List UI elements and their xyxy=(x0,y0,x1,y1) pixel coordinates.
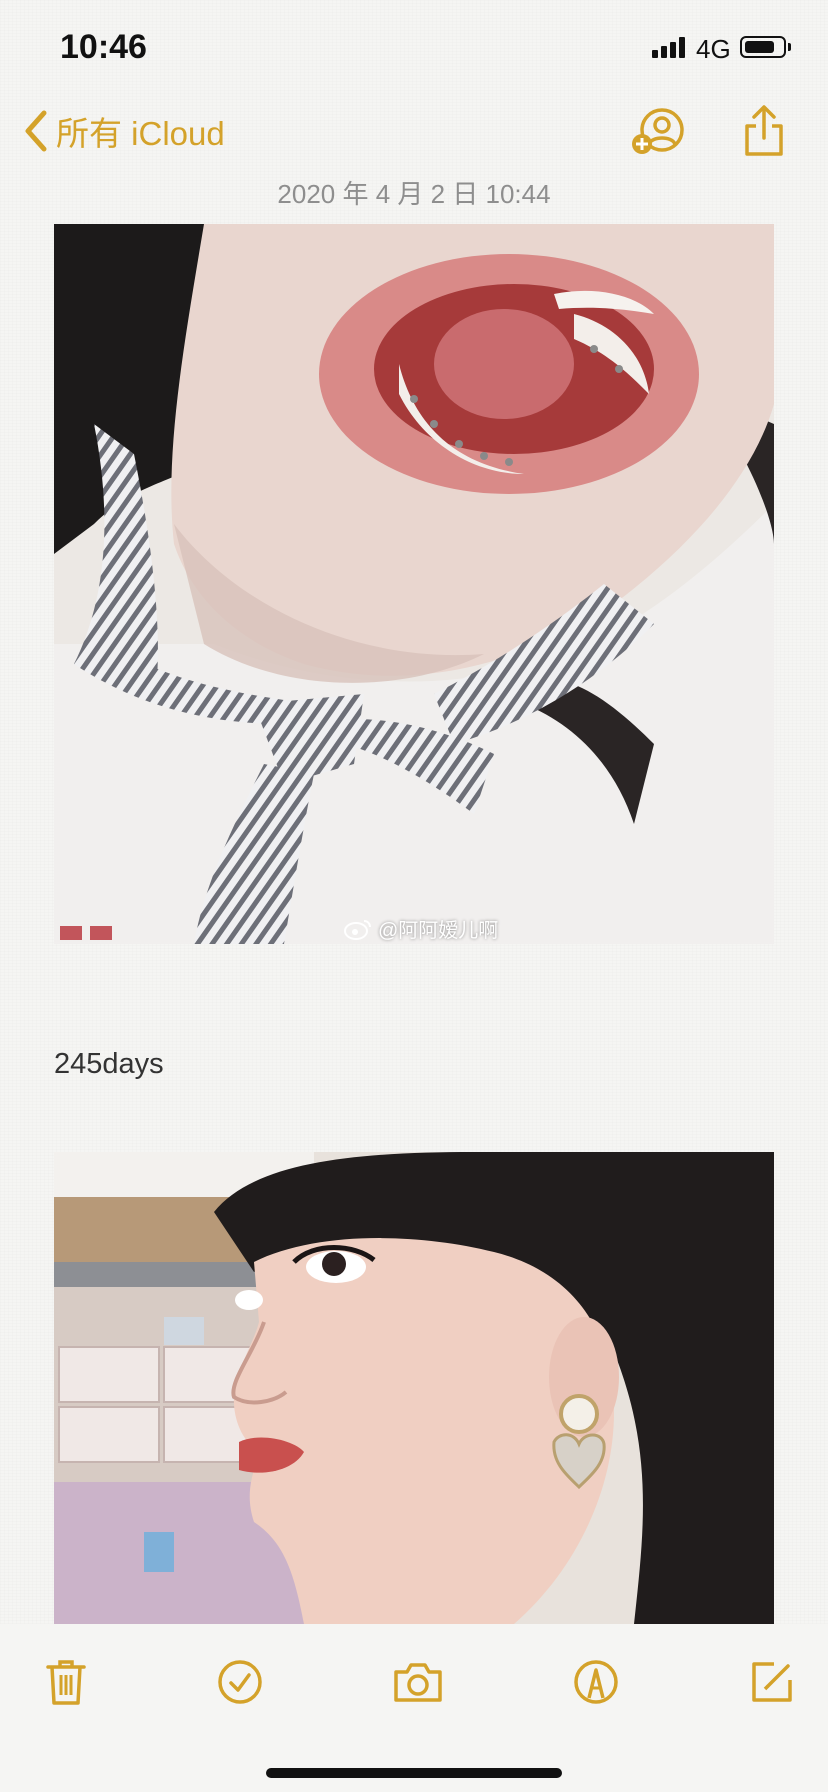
battery-icon xyxy=(740,36,786,58)
trash-icon xyxy=(46,1660,86,1705)
checklist-button[interactable] xyxy=(212,1654,268,1710)
status-time: 10:46 xyxy=(60,28,147,66)
compose-icon xyxy=(752,1662,792,1702)
photo-1-image xyxy=(54,224,774,944)
delete-button[interactable] xyxy=(38,1654,94,1710)
weibo-logo-icon xyxy=(344,919,371,940)
checklist-icon xyxy=(218,1660,262,1704)
compose-button[interactable] xyxy=(744,1654,800,1710)
status-bar: 10:46 4G xyxy=(0,0,828,100)
chevron-left-icon xyxy=(25,110,47,152)
watermark-text: @阿阿嫒儿啊 xyxy=(378,920,499,942)
weibo-watermark: @阿阿嫒儿啊 xyxy=(344,914,498,943)
back-label: 所有 iCloud xyxy=(56,115,225,152)
camera-button[interactable] xyxy=(390,1654,446,1710)
battery-level xyxy=(745,41,774,53)
cellular-signal-icon xyxy=(652,36,688,58)
back-button[interactable]: 所有 iCloud xyxy=(22,106,225,156)
markup-button[interactable] xyxy=(568,1654,624,1710)
photo-2-image xyxy=(54,1152,774,1624)
battery-nub xyxy=(788,43,791,51)
network-type: 4G xyxy=(696,34,731,64)
note-date: 2020 年 4 月 2 日 10:44 xyxy=(277,179,551,209)
share-button[interactable] xyxy=(742,104,786,163)
bottom-toolbar xyxy=(0,1624,828,1792)
share-icon xyxy=(745,105,783,156)
add-person-icon xyxy=(632,108,684,154)
markup-icon xyxy=(574,1660,618,1704)
camera-icon xyxy=(394,1663,442,1702)
note-photo[interactable] xyxy=(54,1152,774,1624)
note-text[interactable]: 245days xyxy=(54,1048,164,1081)
note-photo[interactable] xyxy=(54,224,774,944)
navigation-bar: 所有 iCloud xyxy=(0,100,828,170)
home-indicator[interactable] xyxy=(266,1768,562,1778)
add-person-button[interactable] xyxy=(630,106,686,163)
